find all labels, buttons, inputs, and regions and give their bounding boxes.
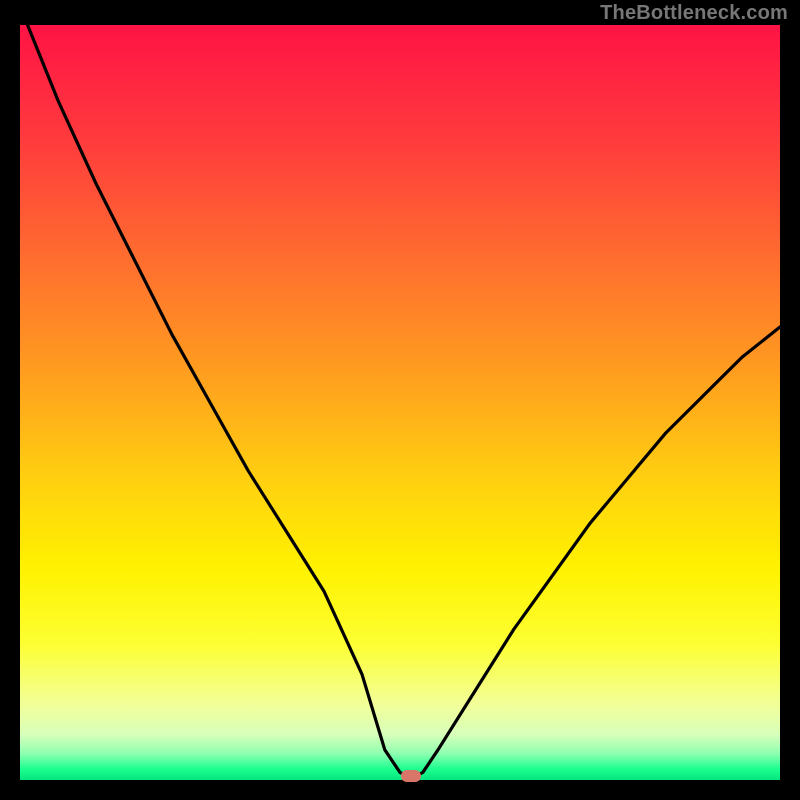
optimal-point-marker <box>401 770 421 782</box>
chart-frame: TheBottleneck.com <box>0 0 800 800</box>
plot-area <box>20 25 780 780</box>
bottleneck-curve <box>20 25 780 780</box>
watermark-text: TheBottleneck.com <box>600 2 788 25</box>
